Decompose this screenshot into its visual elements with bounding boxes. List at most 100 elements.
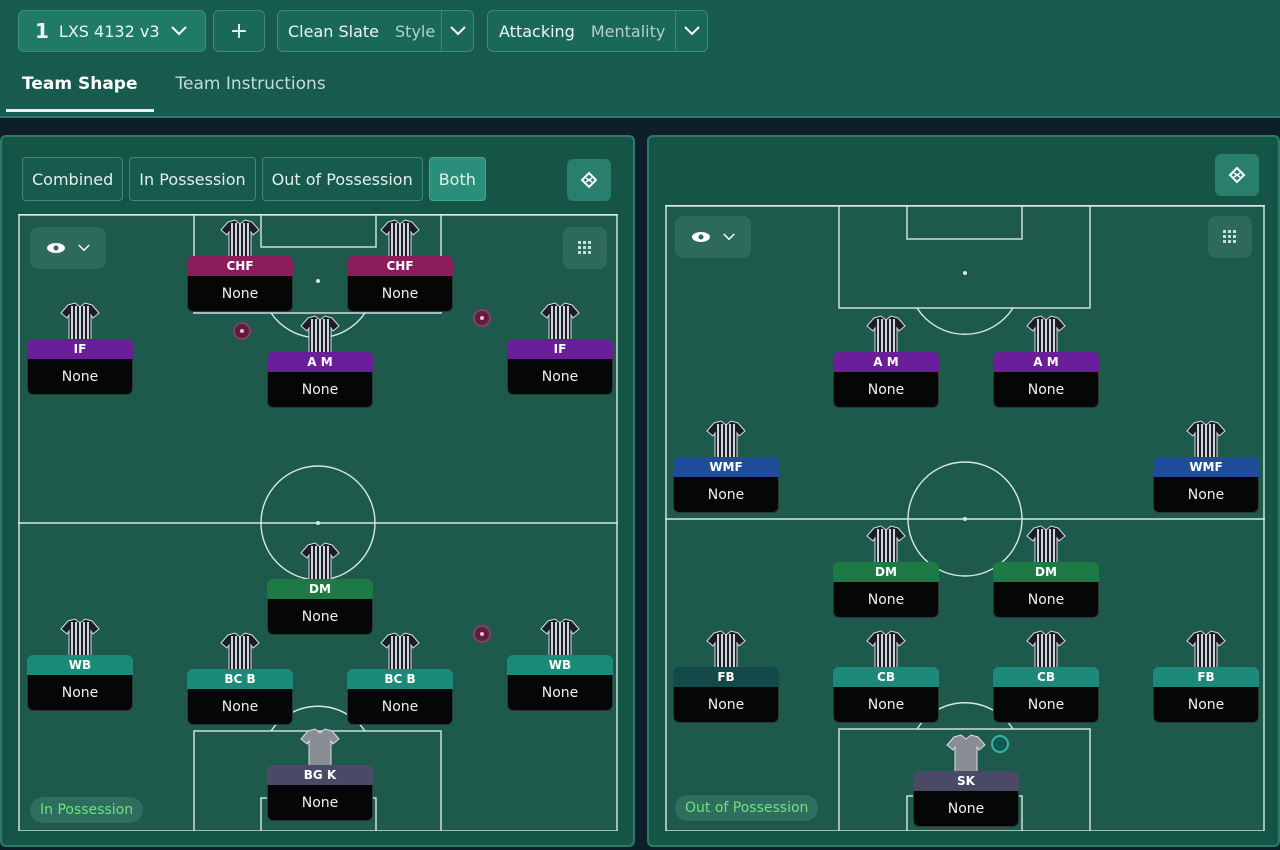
duty-label: None	[187, 276, 293, 312]
role-label: A M	[993, 352, 1099, 372]
add-tactic-button[interactable]: +	[213, 10, 265, 52]
goalkeeper-shirt-icon	[946, 734, 986, 773]
duty-label: None	[993, 582, 1099, 618]
role-label: DM	[833, 562, 939, 582]
out-of-possession-panel: Out of Possession A M None A M None WMF None W…	[647, 135, 1280, 847]
swap-icon[interactable]	[567, 159, 611, 201]
shirt-icon	[1026, 630, 1066, 669]
shirt-icon	[1026, 315, 1066, 354]
in-possession-panel: Combined In Possession Out of Possession…	[0, 135, 635, 847]
shirt-icon	[540, 302, 580, 341]
player-slot-wmf[interactable]: WMF None	[673, 420, 779, 515]
player-slot-am[interactable]: A M None	[993, 315, 1099, 410]
player-slot-sk[interactable]: SK None	[913, 734, 1019, 829]
segment-combined[interactable]: Combined	[22, 157, 124, 201]
shirt-icon	[706, 630, 746, 669]
duty-label: None	[833, 372, 939, 408]
tactic-selector[interactable]: 1 LXS 4132 v3	[18, 10, 206, 52]
tab-bar: Team Shape Team Instructions	[0, 62, 342, 114]
swap-icon[interactable]	[1215, 154, 1259, 196]
player-slot-wb[interactable]: WB None	[27, 618, 133, 713]
player-slot-fb[interactable]: FB None	[1153, 630, 1259, 725]
visibility-toggle[interactable]	[30, 227, 106, 269]
player-slot-if[interactable]: IF None	[27, 302, 133, 397]
shirt-icon	[866, 525, 906, 564]
segment-out-of-possession[interactable]: Out of Possession	[261, 157, 423, 201]
role-label: A M	[267, 352, 373, 372]
segment-in-possession[interactable]: In Possession	[129, 157, 256, 201]
style-label: Style	[395, 21, 436, 41]
role-label: DM	[993, 562, 1099, 582]
player-instruction-badge-icon	[233, 322, 251, 340]
player-slot-wb[interactable]: WB None	[473, 618, 613, 713]
style-selector[interactable]: Clean Slate Style	[277, 10, 474, 52]
player-slot-am[interactable]: A M None	[233, 315, 373, 410]
shirt-icon	[706, 420, 746, 459]
duty-label: None	[673, 477, 779, 513]
role-label: CHF	[347, 256, 453, 276]
duty-label: None	[507, 359, 613, 395]
player-slot-fb[interactable]: FB None	[673, 630, 779, 725]
tab-team-shape[interactable]: Team Shape	[6, 62, 154, 112]
grid-view-button[interactable]	[1208, 216, 1252, 258]
role-label: IF	[507, 339, 613, 359]
phase-label: In Possession	[30, 797, 144, 823]
duty-label: None	[993, 687, 1099, 723]
player-slot-if[interactable]: IF None	[473, 302, 613, 397]
shirt-icon	[220, 219, 260, 258]
duty-label: None	[507, 675, 613, 711]
chevron-down-icon	[163, 11, 195, 51]
player-slot-bgk[interactable]: BG K None	[267, 728, 373, 823]
duty-label: None	[267, 599, 373, 635]
role-label: WMF	[673, 457, 779, 477]
duty-label: None	[27, 675, 133, 711]
duty-label: None	[833, 687, 939, 723]
chevron-down-icon[interactable]	[441, 11, 473, 51]
duty-label: None	[993, 372, 1099, 408]
grid-icon	[578, 241, 591, 254]
shirt-icon	[1186, 420, 1226, 459]
duty-label: None	[347, 276, 453, 312]
role-label: FB	[673, 667, 779, 687]
shirt-icon	[866, 315, 906, 354]
chevron-down-icon[interactable]	[675, 11, 707, 51]
mentality-label: Mentality	[590, 21, 666, 41]
pitch-out-of-possession: Out of Possession A M None A M None WMF None W…	[665, 205, 1265, 831]
player-slot-dm[interactable]: DM None	[993, 525, 1099, 620]
pitch-in-possession: In Possession CHF None CHF None IF None A M Non…	[18, 214, 618, 831]
player-slot-wmf[interactable]: WMF None	[1153, 420, 1259, 515]
grid-view-button[interactable]	[563, 227, 607, 269]
duty-label: None	[27, 359, 133, 395]
role-label: IF	[27, 339, 133, 359]
player-slot-chf[interactable]: CHF None	[347, 219, 453, 314]
role-label: WB	[507, 655, 613, 675]
mentality-selector[interactable]: Attacking Mentality	[487, 10, 708, 52]
duty-label: None	[913, 791, 1019, 827]
visibility-toggle[interactable]	[675, 216, 751, 258]
style-value: Clean Slate	[288, 21, 380, 41]
tab-team-instructions[interactable]: Team Instructions	[160, 62, 342, 112]
chevron-down-icon	[723, 233, 735, 241]
duty-label: None	[267, 372, 373, 408]
player-slot-am[interactable]: A M None	[833, 315, 939, 410]
phase-label: Out of Possession	[675, 795, 819, 821]
segment-both[interactable]: Both	[428, 157, 486, 201]
player-slot-dm[interactable]: DM None	[267, 542, 373, 637]
player-slot-chf[interactable]: CHF None	[187, 219, 293, 314]
player-slot-cb[interactable]: CB None	[833, 630, 939, 725]
tactic-number: 1	[35, 19, 49, 43]
mentality-value: Attacking	[499, 21, 575, 41]
player-instruction-badge-icon	[473, 309, 491, 327]
goalkeeper-shirt-icon	[300, 728, 340, 767]
player-slot-cb[interactable]: CB None	[993, 630, 1099, 725]
player-slot-bcb[interactable]: BC B None	[347, 632, 453, 727]
role-label: WMF	[1153, 457, 1259, 477]
role-label: CB	[993, 667, 1099, 687]
role-label: CHF	[187, 256, 293, 276]
duty-label: None	[267, 785, 373, 821]
role-label: BG K	[267, 765, 373, 785]
player-slot-bcb[interactable]: BC B None	[187, 632, 293, 727]
player-slot-dm[interactable]: DM None	[833, 525, 939, 620]
shirt-icon	[60, 302, 100, 341]
role-label: A M	[833, 352, 939, 372]
